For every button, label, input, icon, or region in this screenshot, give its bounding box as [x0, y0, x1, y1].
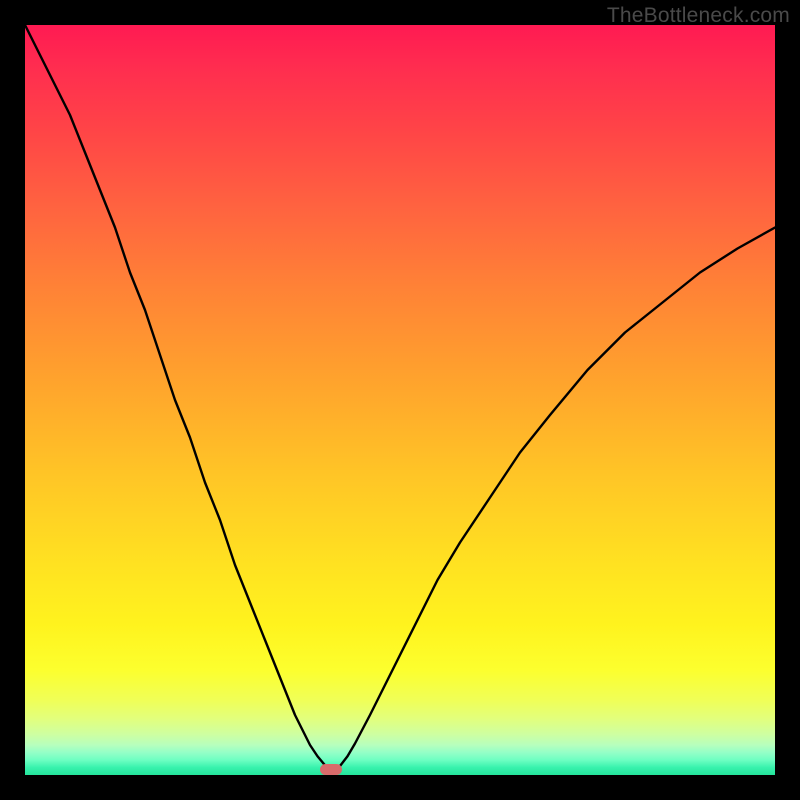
minimum-marker: [320, 764, 342, 775]
bottleneck-curve: [25, 25, 775, 775]
plot-area: [25, 25, 775, 775]
chart-frame: TheBottleneck.com: [0, 0, 800, 800]
watermark-text: TheBottleneck.com: [607, 4, 790, 28]
